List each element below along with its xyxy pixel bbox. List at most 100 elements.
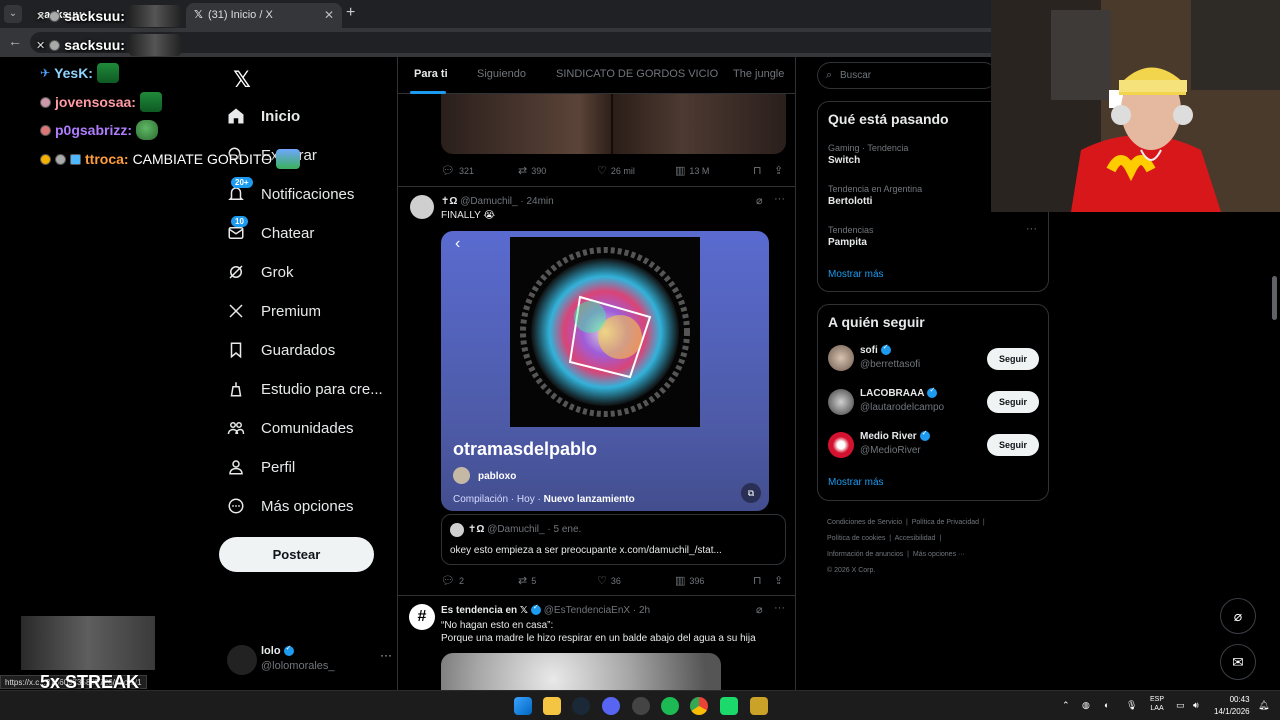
tray-icon[interactable]: ◍ bbox=[1082, 700, 1090, 711]
follow-suggestion-name[interactable]: LACOBRAAA bbox=[860, 386, 938, 399]
language-indicator[interactable]: ESP LAA bbox=[1150, 695, 1164, 713]
app-icon[interactable] bbox=[750, 697, 768, 715]
like-button[interactable]: ♡ 26 mil bbox=[597, 164, 635, 177]
tweet-time[interactable]: · 24min bbox=[520, 196, 553, 207]
author-handle[interactable]: @EsTendenciaEnX bbox=[544, 605, 630, 616]
discord-icon[interactable] bbox=[602, 697, 620, 715]
obs-icon[interactable] bbox=[632, 697, 650, 715]
more-dots-icon[interactable]: ··· bbox=[1026, 223, 1037, 235]
nav-item-notificaciones[interactable]: 20+ Notificaciones bbox=[227, 177, 354, 209]
grok-fab-icon[interactable]: ⌀ bbox=[1220, 598, 1256, 634]
nav-item-mas-opciones[interactable]: Más opciones bbox=[227, 491, 354, 521]
more-dots-icon[interactable]: ··· bbox=[380, 648, 392, 662]
repost-button[interactable]: ⇄ 5 bbox=[518, 574, 536, 587]
views-button[interactable]: ▥ 396 bbox=[675, 574, 704, 587]
follow-suggestion-name[interactable]: Medio River bbox=[860, 429, 930, 442]
music-card[interactable]: ‹ otramasdelpablo pabloxo Compilación · … bbox=[441, 231, 769, 511]
avatar[interactable] bbox=[828, 345, 854, 371]
nav-item-grok[interactable]: Grok bbox=[227, 257, 294, 287]
author-name[interactable]: ✝Ω bbox=[441, 196, 457, 207]
search-input[interactable]: ⌕ Buscar bbox=[817, 62, 997, 89]
bookmark-button[interactable]: ⊓ bbox=[753, 164, 762, 177]
follow-button[interactable]: Seguir bbox=[987, 348, 1039, 370]
follow-suggestion-name[interactable]: sofi bbox=[860, 343, 891, 356]
tweet-time[interactable]: · 2h bbox=[633, 605, 650, 616]
tray-icon[interactable]: ◐ bbox=[1104, 700, 1109, 710]
tab-search-button[interactable]: ⌄ bbox=[4, 5, 22, 23]
tab-the-jungle[interactable]: The jungle bbox=[733, 68, 784, 80]
follow-button[interactable]: Seguir bbox=[987, 434, 1039, 456]
card-title[interactable]: otramasdelpablo bbox=[453, 439, 597, 460]
nav-item-guardados[interactable]: Guardados bbox=[227, 335, 335, 365]
file-explorer-icon[interactable] bbox=[543, 697, 561, 715]
account-switcher[interactable]: lolo @lolomorales_ ··· bbox=[227, 643, 392, 683]
show-more-link[interactable]: Mostrar más bbox=[828, 477, 884, 488]
chevron-left-icon[interactable]: ‹ bbox=[455, 235, 460, 253]
system-clock[interactable]: 00:43 14/1/2026 bbox=[1214, 694, 1250, 718]
quoted-tweet[interactable]: ✝Ω @Damuchil_ · 5 ene. okey esto empieza… bbox=[441, 514, 786, 565]
share-card-icon[interactable]: ⧉ bbox=[741, 483, 761, 503]
nav-item-inicio[interactable]: Inicio bbox=[227, 101, 300, 131]
reply-button[interactable]: 💬︎ 2 bbox=[441, 574, 464, 587]
chevron-up-icon[interactable]: ⌃ bbox=[1062, 700, 1070, 711]
avatar[interactable] bbox=[828, 432, 854, 458]
reply-icon: 💬︎ bbox=[441, 165, 455, 177]
close-tab-icon[interactable]: ✕ bbox=[324, 3, 334, 28]
footer-link[interactable]: Más opciones ··· bbox=[913, 551, 965, 558]
nav-item-comunidades[interactable]: Comunidades bbox=[227, 413, 354, 443]
repost-icon: ⇄ bbox=[518, 575, 528, 587]
more-dots-icon[interactable]: ··· bbox=[774, 602, 785, 614]
nav-item-perfil[interactable]: Perfil bbox=[227, 452, 295, 482]
start-menu-icon[interactable] bbox=[514, 697, 532, 715]
display-icon[interactable]: ▭ bbox=[1176, 700, 1185, 711]
share-button[interactable]: ⇪ bbox=[774, 164, 783, 177]
footer-link[interactable]: Información de anuncios bbox=[827, 551, 903, 558]
tweet-media[interactable] bbox=[441, 94, 786, 154]
footer-link[interactable]: Condiciones de Servicio bbox=[827, 519, 902, 526]
author-name[interactable]: Es tendencia en 𝕏 bbox=[441, 605, 528, 616]
footer-link[interactable]: Política de Privacidad bbox=[912, 519, 979, 526]
reply-button[interactable]: 💬︎ 321 bbox=[441, 164, 474, 177]
nav-item-chatear[interactable]: 10 Chatear bbox=[227, 216, 314, 248]
x-logo-icon[interactable]: 𝕏 bbox=[227, 65, 257, 95]
grok-icon[interactable]: ⌀ bbox=[756, 194, 763, 207]
chrome-icon[interactable] bbox=[690, 697, 708, 715]
kick-icon[interactable] bbox=[720, 697, 738, 715]
avatar[interactable] bbox=[410, 195, 434, 219]
back-arrow-icon[interactable]: ← bbox=[8, 33, 22, 49]
hashtag-avatar-icon[interactable]: # bbox=[409, 604, 435, 630]
steam-icon[interactable] bbox=[572, 697, 590, 715]
author-handle[interactable]: @Damuchil_ bbox=[460, 196, 517, 207]
new-tab-button[interactable]: + bbox=[346, 4, 355, 22]
speaker-icon[interactable]: 🔊︎ bbox=[1193, 700, 1199, 711]
notification-center-icon[interactable]: 🔔︎ bbox=[1258, 700, 1269, 711]
post-button[interactable]: Postear bbox=[219, 537, 374, 572]
bookmark-button[interactable]: ⊓ bbox=[753, 574, 762, 587]
microphone-icon[interactable]: 🎙︎ bbox=[1126, 700, 1137, 711]
grok-icon[interactable]: ⌀ bbox=[756, 603, 763, 616]
tab-inicio-x[interactable]: 𝕏 (31) Inicio / X ✕ bbox=[186, 3, 342, 28]
follow-button[interactable]: Seguir bbox=[987, 391, 1039, 413]
chat-line: p0gsabrizz: bbox=[40, 120, 159, 140]
card-author[interactable]: pabloxo bbox=[478, 471, 516, 482]
trend-item[interactable]: Switch bbox=[828, 155, 860, 166]
tab-siguiendo[interactable]: Siguiendo bbox=[477, 68, 526, 80]
tab-sindicato[interactable]: SINDICATO DE GORDOS VICIO bbox=[556, 68, 718, 80]
page-scrollbar[interactable] bbox=[1272, 276, 1277, 320]
nav-item-premium[interactable]: Premium bbox=[227, 296, 321, 326]
share-button[interactable]: ⇪ bbox=[774, 574, 783, 587]
footer-link[interactable]: Política de cookies bbox=[827, 535, 885, 542]
repost-button[interactable]: ⇄ 390 bbox=[518, 164, 546, 177]
nav-item-estudio[interactable]: Estudio para cre... bbox=[227, 374, 383, 404]
more-dots-icon[interactable]: ··· bbox=[774, 193, 785, 205]
messages-fab-icon[interactable]: ✉ bbox=[1220, 644, 1256, 680]
show-more-link[interactable]: Mostrar más bbox=[828, 269, 884, 280]
avatar[interactable] bbox=[828, 389, 854, 415]
tab-para-ti[interactable]: Para ti bbox=[414, 68, 448, 80]
spotify-icon[interactable] bbox=[661, 697, 679, 715]
footer-link[interactable]: Accesibilidad bbox=[895, 535, 936, 542]
like-button[interactable]: ♡ 36 bbox=[597, 574, 621, 587]
views-button[interactable]: ▥ 13 M bbox=[675, 164, 709, 177]
trend-item[interactable]: Pampita bbox=[828, 237, 867, 248]
trend-item[interactable]: Bertolotti bbox=[828, 196, 872, 207]
